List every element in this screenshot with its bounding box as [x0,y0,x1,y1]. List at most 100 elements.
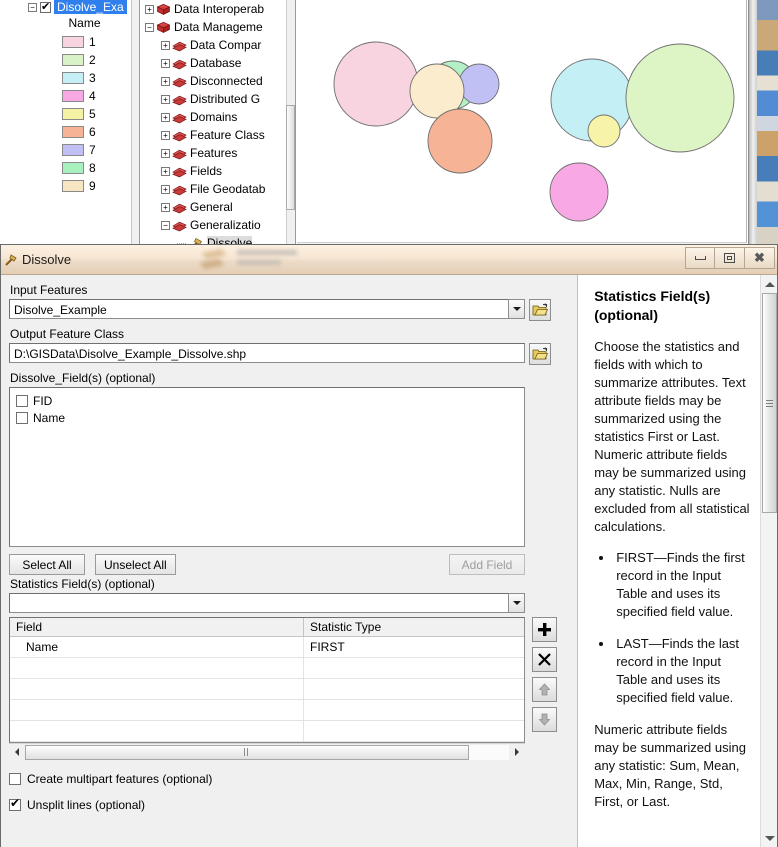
tree-item-distributed-g[interactable]: + Distributed G [141,90,295,108]
legend-swatch[interactable] [62,162,84,174]
option-checkbox-row[interactable]: Unsplit lines (optional) [9,796,567,812]
restore-button[interactable] [715,247,745,269]
tree-item-domains[interactable]: + Domains [141,108,295,126]
dissolve-fields-listbox[interactable]: FID Name [9,387,525,547]
move-down-button[interactable] [532,707,557,732]
option-checkbox[interactable] [9,796,21,811]
tree-item-data-manageme[interactable]: − Data Manageme [141,18,295,36]
scroll-right-button[interactable] [509,744,525,760]
legend-item[interactable]: 7 [2,141,139,159]
map-data-view[interactable] [297,0,747,242]
tree-item-disconnected[interactable]: + Disconnected [141,72,295,90]
toc-layer-name[interactable]: Disolve_Exa [54,0,127,14]
help-scroll-up-button[interactable] [763,277,777,291]
statistics-fields-dropdown-button[interactable] [508,593,525,613]
map-feature-circle[interactable] [333,41,419,127]
tree-item-features[interactable]: + Features [141,144,295,162]
legend-item[interactable]: 8 [2,159,139,177]
tree-item-fields[interactable]: + Fields [141,162,295,180]
output-feature-class-browse-button[interactable] [529,343,551,365]
select-all-button[interactable]: Select All [9,554,85,575]
map-feature-circle[interactable] [587,114,621,148]
legend-swatch[interactable] [62,54,84,66]
collapse-icon[interactable]: − [161,220,170,230]
expand-icon[interactable]: + [145,4,154,14]
hscroll-track[interactable] [25,744,509,760]
legend-item[interactable]: 2 [2,51,139,69]
tree-item-data-compar[interactable]: + Data Compar [141,36,295,54]
hscroll-thumb[interactable] [25,744,469,760]
dissolve-field-checkbox[interactable] [16,411,28,424]
legend-item[interactable]: 9 [2,177,139,195]
tree-scrollbar[interactable] [286,0,295,252]
table-row[interactable] [10,721,524,742]
expand-icon[interactable]: + [161,166,170,176]
legend-item[interactable]: 1 [2,33,139,51]
add-field-button[interactable]: Add Field [449,554,525,575]
expand-icon[interactable]: + [161,40,170,50]
cell-field[interactable]: Name [10,637,304,657]
map-feature-circle[interactable] [458,63,500,105]
input-features-browse-button[interactable] [529,299,551,321]
legend-swatch[interactable] [62,108,84,120]
statistics-grid-hscrollbar[interactable] [9,743,525,760]
cell-statistic-type[interactable] [304,679,524,699]
cell-field[interactable] [10,700,304,720]
table-row[interactable] [10,658,524,679]
tree-item-data-interoperab[interactable]: + Data Interoperab [141,0,295,18]
legend-item[interactable]: 5 [2,105,139,123]
column-header-field[interactable]: Field [10,618,304,636]
cell-statistic-type[interactable]: FIRST [304,637,524,657]
dissolve-field-row[interactable]: FID [16,392,524,409]
legend-swatch[interactable] [62,144,84,156]
option-checkbox-row[interactable]: Create multipart features (optional) [9,772,567,786]
expand-icon[interactable]: + [161,58,170,68]
expand-icon[interactable]: + [161,94,170,104]
map-feature-circle[interactable] [549,162,609,222]
close-button[interactable]: ✖ [745,247,775,269]
cell-field[interactable] [10,679,304,699]
cell-field[interactable] [10,658,304,678]
output-feature-class-input[interactable]: D:\GISData\Disolve_Example_Dissolve.shp [9,343,525,363]
expand-icon[interactable]: + [161,202,170,212]
help-scrollbar[interactable] [760,275,777,847]
statistics-grid[interactable]: Field Statistic Type Name FIRST [9,617,525,743]
table-row[interactable] [10,679,524,700]
add-row-button[interactable] [532,617,557,642]
input-features-combo[interactable]: Disolve_Example [9,299,525,319]
cell-field[interactable] [10,721,304,741]
scroll-left-button[interactable] [9,744,25,760]
dissolve-dialog[interactable]: Dissolve ✖ Input Features Disolve_Exampl… [0,244,778,847]
expand-icon[interactable]: + [161,76,170,86]
dissolve-field-checkbox[interactable] [16,394,28,407]
column-header-statistic-type[interactable]: Statistic Type [304,618,524,636]
expand-icon[interactable]: + [161,130,170,140]
arctoolbox-tree-panel[interactable]: + Data Interoperab − Data Manageme + Data Com… [141,0,296,252]
help-scrollbar-thumb[interactable] [762,293,777,513]
input-features-dropdown-button[interactable] [508,299,525,319]
legend-item[interactable]: 4 [2,87,139,105]
cell-statistic-type[interactable] [304,721,524,741]
map-feature-circle[interactable] [427,108,493,174]
tree-scrollbar-thumb[interactable] [286,105,295,210]
toc-layer-row[interactable]: − Disolve_Exa [2,0,139,14]
tree-item-generalizatio[interactable]: − Generalizatio [141,216,295,234]
table-of-contents-panel[interactable]: − Disolve_Exa Name 1 2 3 4 5 6 7 8 9 [0,0,140,252]
map-feature-circle[interactable] [625,43,735,153]
legend-swatch[interactable] [62,126,84,138]
layer-visibility-checkbox[interactable] [40,0,51,13]
help-scroll-down-button[interactable] [763,831,777,845]
dissolve-field-row[interactable]: Name [16,409,524,426]
legend-swatch[interactable] [62,180,84,192]
collapse-icon[interactable]: − [145,22,154,32]
expand-icon[interactable]: + [161,112,170,122]
expand-icon[interactable]: + [161,184,170,194]
unselect-all-button[interactable]: Unselect All [95,554,176,575]
statistics-fields-combo[interactable] [9,593,525,613]
dialog-titlebar[interactable]: Dissolve ✖ [1,245,777,275]
toc-scrollbar[interactable] [131,0,139,252]
collapse-icon[interactable]: − [28,2,37,12]
minimize-button[interactable] [685,247,715,269]
statistics-fields-input[interactable] [9,593,508,613]
legend-item[interactable]: 6 [2,123,139,141]
